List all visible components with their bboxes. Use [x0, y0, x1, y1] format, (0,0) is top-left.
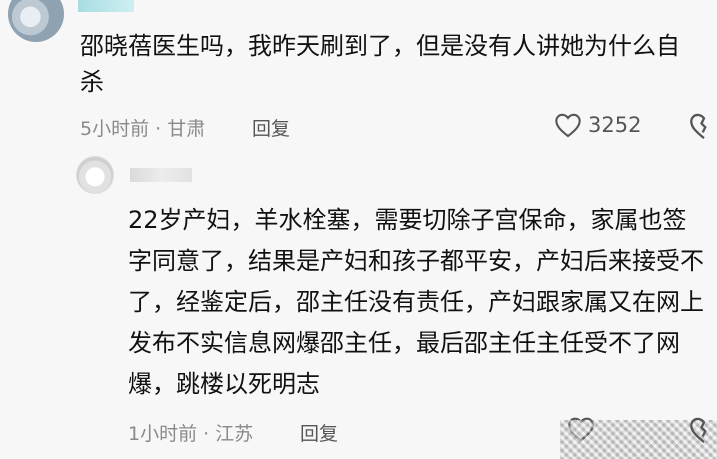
- username-redacted[interactable]: [78, 0, 134, 12]
- broken-heart-icon: [690, 113, 707, 139]
- reply-meta: 1小时前 · 江苏: [128, 423, 254, 445]
- reply-username-redacted[interactable]: [130, 168, 192, 182]
- broken-heart-icon: [690, 417, 707, 443]
- comment-text: 邵晓蓓医生吗，我昨天刷到了，但是没有人讲她为什么自杀: [80, 32, 680, 96]
- reply-reply-button[interactable]: 回复: [300, 419, 338, 446]
- reply-dislike-button[interactable]: [684, 416, 714, 444]
- heart-outline-icon: [555, 113, 581, 138]
- comment-meta: 5小时前 · 甘肃: [80, 118, 206, 140]
- reply-user-avatar[interactable]: [76, 156, 114, 194]
- like-count: 3252: [588, 113, 642, 137]
- comment-thread: 邵晓蓓医生吗，我昨天刷到了，但是没有人讲她为什么自杀 5小时前 · 甘肃 回复 …: [0, 0, 717, 459]
- user-avatar[interactable]: [8, 0, 64, 42]
- reply-text: 22岁产妇，羊水栓塞，需要切除子宫保命，家属也签字同意了，结果是产妇和孩子都平安…: [128, 206, 704, 398]
- like-button[interactable]: 3252: [554, 112, 641, 138]
- reply-button[interactable]: 回复: [252, 114, 290, 141]
- dislike-button[interactable]: [684, 112, 714, 140]
